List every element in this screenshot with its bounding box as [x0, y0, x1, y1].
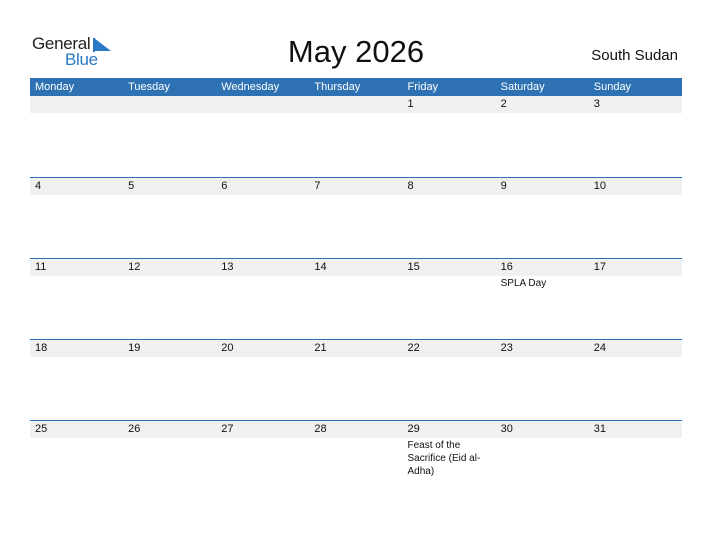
day-cell: 30: [495, 421, 589, 501]
date-number: 23: [495, 340, 589, 357]
day-cell: 1: [402, 96, 496, 177]
day-cell: 8: [402, 178, 496, 258]
day-cell: 16 SPLA Day: [495, 259, 589, 339]
date-number: 12: [123, 259, 217, 276]
weekday-tuesday: Tuesday: [128, 81, 170, 93]
day-cell: 27: [216, 421, 310, 501]
date-number: 3: [588, 96, 682, 113]
week-row: 4 5 6 7 8 9 10: [30, 177, 682, 258]
date-number: 16: [495, 259, 589, 276]
date-number: 2: [495, 96, 589, 113]
day-cell: 28: [309, 421, 403, 501]
day-cell: 23: [495, 340, 589, 420]
weekday-wednesday: Wednesday: [221, 81, 280, 93]
week-row: 25 26 27 28 29 Feast of the Sacrifice (Eid al…: [30, 420, 682, 501]
day-cell: 19: [123, 340, 217, 420]
day-cell: 21: [309, 340, 403, 420]
day-cell: 31: [588, 421, 682, 501]
day-cell: [216, 96, 310, 177]
weekday-friday: Friday: [407, 81, 439, 93]
date-number: 30: [495, 421, 589, 438]
week-row: 18 19 20 21 22 23 24: [30, 339, 682, 420]
holiday-event: SPLA Day: [500, 278, 547, 289]
date-number: 1: [402, 96, 496, 113]
date-number: 5: [123, 178, 217, 195]
day-cell: 26: [123, 421, 217, 501]
day-cell: 12: [123, 259, 217, 339]
day-cell: 11: [30, 259, 124, 339]
weekday-monday: Monday: [35, 81, 75, 93]
day-cell: 15: [402, 259, 496, 339]
date-number: 4: [30, 178, 124, 195]
date-number: 9: [495, 178, 589, 195]
week-row: 123: [30, 96, 682, 177]
date-number: 22: [402, 340, 496, 357]
date-number: 31: [588, 421, 682, 438]
weekday-header: Monday Tuesday Wednesday Thursday Friday…: [30, 78, 682, 96]
country-label: South Sudan: [591, 47, 678, 64]
day-cell: 7: [309, 178, 403, 258]
date-number: 6: [216, 178, 310, 195]
date-number: 24: [588, 340, 682, 357]
weekday-saturday: Saturday: [500, 81, 545, 93]
day-cell: 4: [30, 178, 124, 258]
date-number: 7: [309, 178, 403, 195]
date-number: [216, 96, 310, 113]
day-cell: 2: [495, 96, 589, 177]
date-number: 18: [30, 340, 124, 357]
day-cell: [30, 96, 124, 177]
date-number: 29: [402, 421, 496, 438]
date-number: 21: [309, 340, 403, 357]
day-cell: 6: [216, 178, 310, 258]
weekday-sunday: Sunday: [593, 81, 632, 93]
date-number: 14: [309, 259, 403, 276]
date-number: 17: [588, 259, 682, 276]
date-number: 20: [216, 340, 310, 357]
day-cell: 20: [216, 340, 310, 420]
weekday-thursday: Thursday: [314, 81, 361, 93]
date-number: 15: [402, 259, 496, 276]
day-cell: 25: [30, 421, 124, 501]
day-cell: 29 Feast of the Sacrifice (Eid al-Adha): [402, 421, 496, 501]
date-number: [309, 96, 403, 113]
week-row: 11 12 13 14 15 16 SPLA Day 17: [30, 258, 682, 339]
day-cell: 3: [588, 96, 682, 177]
day-cell: [309, 96, 403, 177]
date-number: 13: [216, 259, 310, 276]
date-number: 11: [30, 259, 124, 276]
day-cell: 10: [588, 178, 682, 258]
day-cell: 17: [588, 259, 682, 339]
day-cell: 22: [402, 340, 496, 420]
date-number: 26: [123, 421, 217, 438]
day-cell: 13: [216, 259, 310, 339]
day-cell: 18: [30, 340, 124, 420]
date-number: 19: [123, 340, 217, 357]
day-cell: 5: [123, 178, 217, 258]
day-cell: 14: [309, 259, 403, 339]
day-cell: 24: [588, 340, 682, 420]
day-cell: [123, 96, 217, 177]
holiday-event: Feast of the Sacrifice (Eid al-Adha): [407, 440, 481, 477]
date-number: 28: [309, 421, 403, 438]
day-cell: 9: [495, 178, 589, 258]
date-number: [123, 96, 217, 113]
date-number: 27: [216, 421, 310, 438]
date-number: [30, 96, 124, 113]
date-number: 10: [588, 178, 682, 195]
date-number: 25: [30, 421, 124, 438]
date-number: 8: [402, 178, 496, 195]
